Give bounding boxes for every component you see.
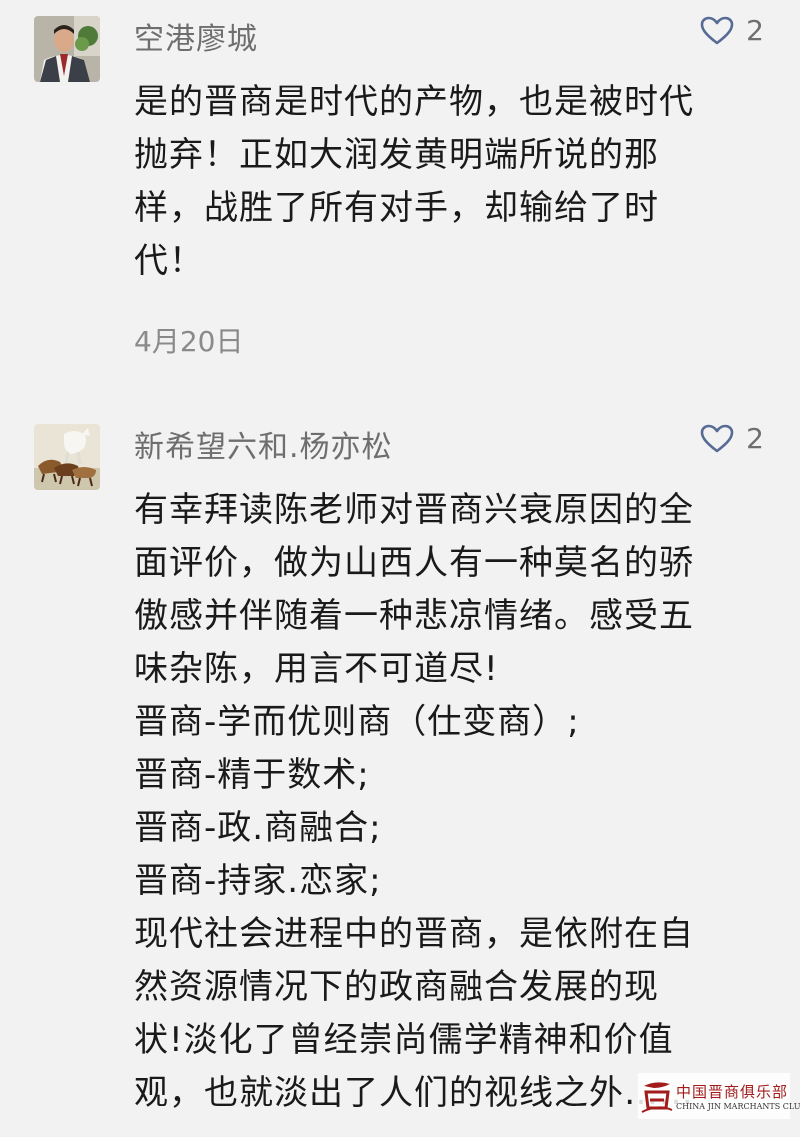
comment-line: 傲感并伴随着一种悲凉情绪。感受五 <box>134 596 694 636</box>
like-count: 2 <box>746 14 764 47</box>
club-watermark: 中国晋商俱乐部 CHINA JIN MARCHANTS CLUB <box>638 1073 800 1119</box>
comment-line: 有幸拜读陈老师对晋商兴衰原因的全 <box>134 490 694 530</box>
like-button[interactable]: 2 <box>700 14 764 47</box>
comment-line: 现代社会进程中的晋商，是依附在自 <box>134 914 694 954</box>
watermark-en: CHINA JIN MARCHANTS CLUB <box>676 1102 800 1111</box>
comment-line: 晋商-学而优则商（仕变商）; <box>134 702 580 742</box>
comment-line: 晋商-政.商融合; <box>134 808 382 848</box>
comment-line: 然资源情况下的政商融合发展的现 <box>134 967 659 1007</box>
jin-logo-icon <box>641 1082 673 1113</box>
avatar-man-in-suit-icon <box>34 16 100 82</box>
comment-date: 4月20日 <box>134 325 244 358</box>
heart-outline-icon <box>700 16 734 44</box>
heart-outline-icon <box>700 424 734 452</box>
like-count: 2 <box>746 422 764 455</box>
comment-line: 代！ <box>134 241 204 281</box>
avatar[interactable] <box>34 424 100 490</box>
comment-text: 是的晋商是时代的产物，也是被时代 抛弃！正如大润发黄明端所说的那 样，战胜了所有… <box>134 76 774 288</box>
comment-line: 晋商-持家.恋家; <box>134 861 382 901</box>
avatar[interactable] <box>34 16 100 82</box>
comment-text: 有幸拜读陈老师对晋商兴衰原因的全 面评价，做为山西人有一种莫名的骄 傲感并伴随着… <box>134 484 774 1120</box>
comment-line: 抛弃！正如大润发黄明端所说的那 <box>134 135 659 175</box>
comment-username[interactable]: 新希望六和.杨亦松 <box>134 422 393 466</box>
comments-page: 空港廖城 2 是的晋商是时代的产物，也是被时代 抛弃！正如大润发黄明端所说的那 … <box>0 0 800 1137</box>
comment-line: 晋商-精于数术; <box>134 755 370 795</box>
comment-line: 味杂陈，用言不可道尽! <box>134 649 499 689</box>
comment-username[interactable]: 空港廖城 <box>134 14 258 58</box>
comment-line: 是的晋商是时代的产物，也是被时代 <box>134 82 694 122</box>
comment-line: 面评价，做为山西人有一种莫名的骄 <box>134 543 694 583</box>
comment-line: 样，战胜了所有对手，却输给了时 <box>134 188 659 228</box>
like-button[interactable]: 2 <box>700 422 764 455</box>
watermark-cn: 中国晋商俱乐部 <box>676 1083 789 1101</box>
avatar-running-horses-icon <box>34 424 100 490</box>
comment-line: 状!淡化了曾经崇尚儒学精神和价值 <box>134 1020 674 1060</box>
